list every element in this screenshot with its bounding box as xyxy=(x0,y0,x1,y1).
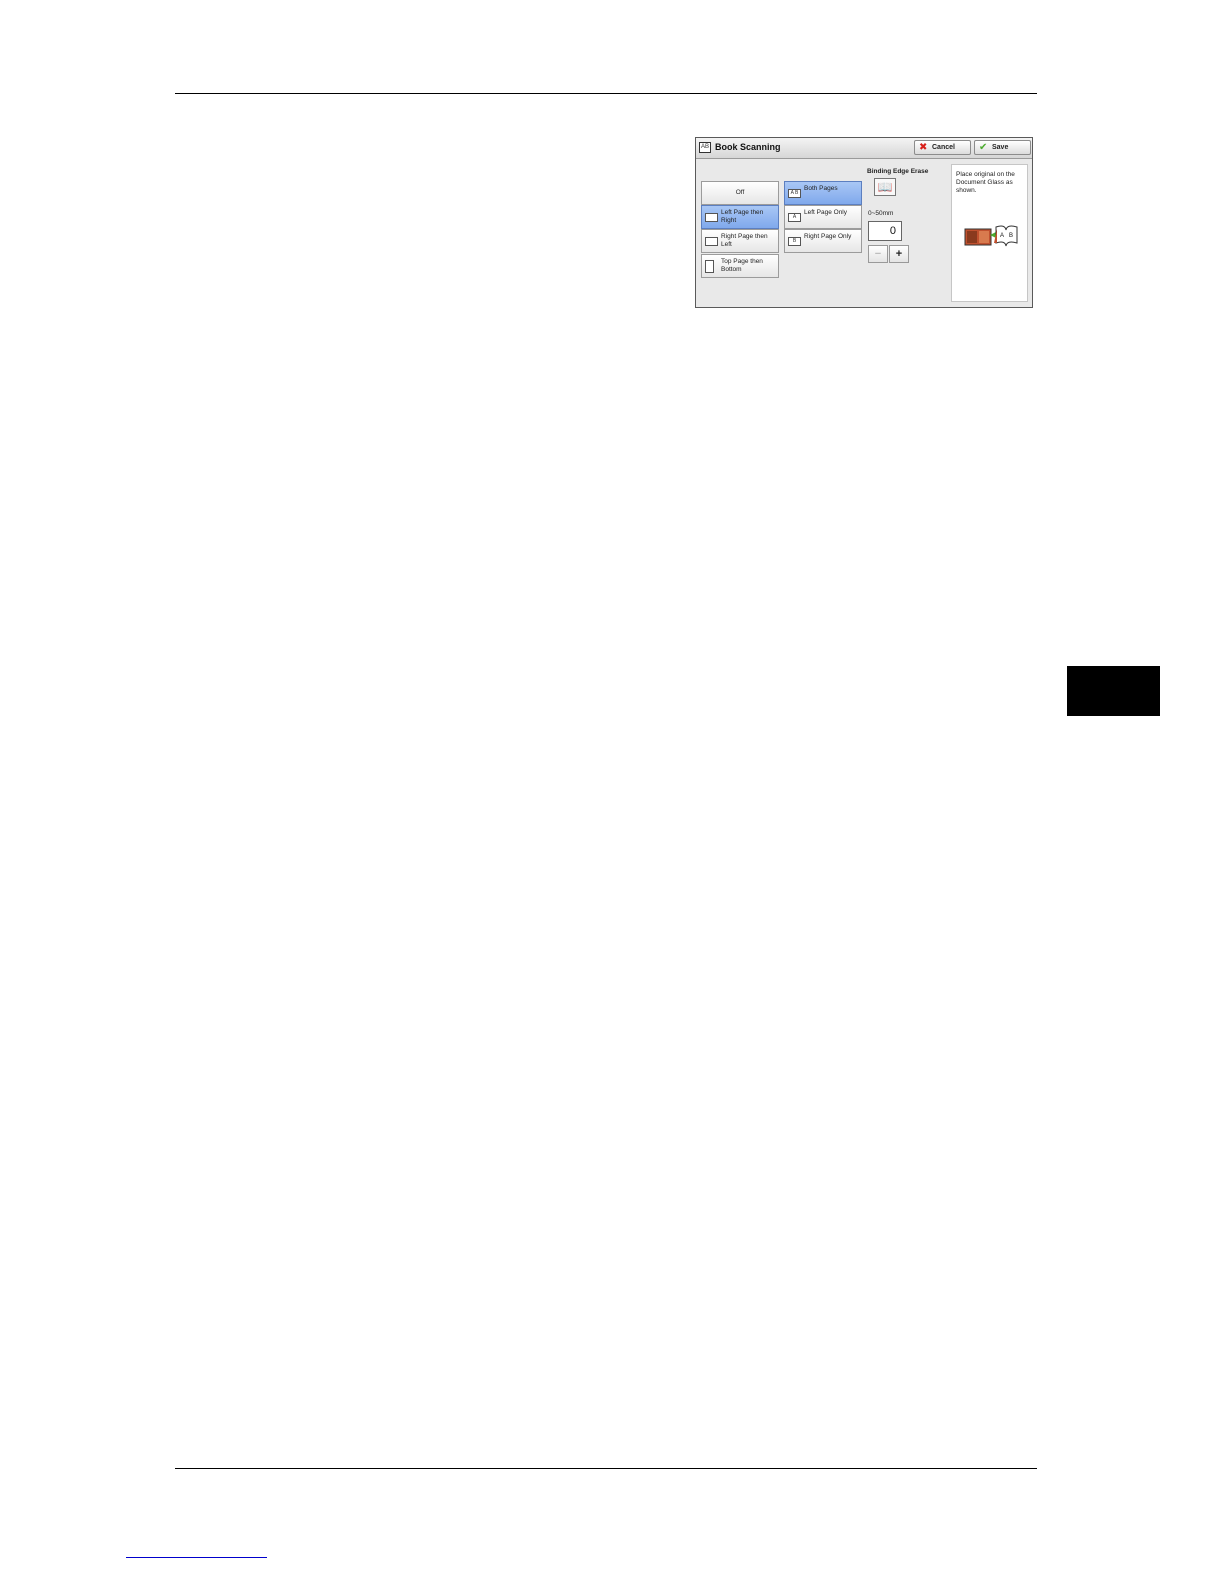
cancel-button[interactable]: ✖ Cancel xyxy=(914,140,971,155)
option-label: Right Page Only xyxy=(804,233,852,240)
open-book-icon: 📖 xyxy=(874,178,896,196)
save-check-icon: ✔ xyxy=(979,142,988,153)
footer-link-underline xyxy=(126,1557,267,1558)
guide-panel: Place original on the Document Glass as … xyxy=(951,164,1028,302)
option-right-page-only[interactable]: B Right Page Only xyxy=(784,229,862,253)
option-label: Left Page then Right xyxy=(721,209,764,224)
page-stack-icon xyxy=(705,260,714,273)
option-right-page-then-left[interactable]: Right Page then Left xyxy=(701,229,779,253)
binding-edge-erase-label: Binding Edge Erase xyxy=(867,168,929,175)
document-glass-illustration: A B xyxy=(964,225,1018,247)
decrement-button[interactable]: − xyxy=(868,245,888,263)
both-pages-icon: A B xyxy=(788,189,801,198)
option-top-page-then-bottom[interactable]: Top Page then Bottom xyxy=(701,254,779,278)
option-label: Top Page then Bottom xyxy=(721,258,763,273)
chapter-tab xyxy=(1067,666,1160,716)
open-book-icon xyxy=(705,237,718,246)
save-button[interactable]: ✔ Save xyxy=(974,140,1031,155)
option-off[interactable]: Off xyxy=(701,181,779,205)
svg-text:B: B xyxy=(1009,233,1013,239)
panel-titlebar: AB Book Scanning ✖ Cancel ✔ Save xyxy=(696,138,1032,159)
option-left-page-only[interactable]: A Left Page Only xyxy=(784,205,862,229)
open-book-icon xyxy=(705,213,718,222)
cancel-x-icon: ✖ xyxy=(919,142,928,153)
footer-rule xyxy=(175,1468,1037,1469)
option-left-page-then-right[interactable]: Left Page then Right xyxy=(701,205,779,229)
option-both-pages[interactable]: A B Both Pages xyxy=(784,181,862,205)
book-scanning-panel: AB Book Scanning ✖ Cancel ✔ Save Off Lef… xyxy=(695,137,1033,308)
option-label: Right Page then Left xyxy=(721,233,768,248)
guide-text: Place original on the Document Glass as … xyxy=(956,171,1015,194)
header-rule xyxy=(175,93,1037,94)
save-label: Save xyxy=(992,144,1009,151)
svg-text:A: A xyxy=(1000,233,1004,239)
option-label: Left Page Only xyxy=(804,209,847,216)
cancel-label: Cancel xyxy=(932,144,955,151)
book-scanning-icon: AB xyxy=(699,142,711,153)
increment-button[interactable]: + xyxy=(889,245,909,263)
right-page-icon: B xyxy=(788,237,801,246)
binding-edge-value-field[interactable]: 0 xyxy=(868,221,902,241)
left-page-icon: A xyxy=(788,213,801,222)
range-label: 0~50mm xyxy=(868,210,894,217)
option-label: Off xyxy=(735,189,745,196)
option-label: Both Pages xyxy=(804,185,838,192)
panel-title: Book Scanning xyxy=(715,142,781,152)
